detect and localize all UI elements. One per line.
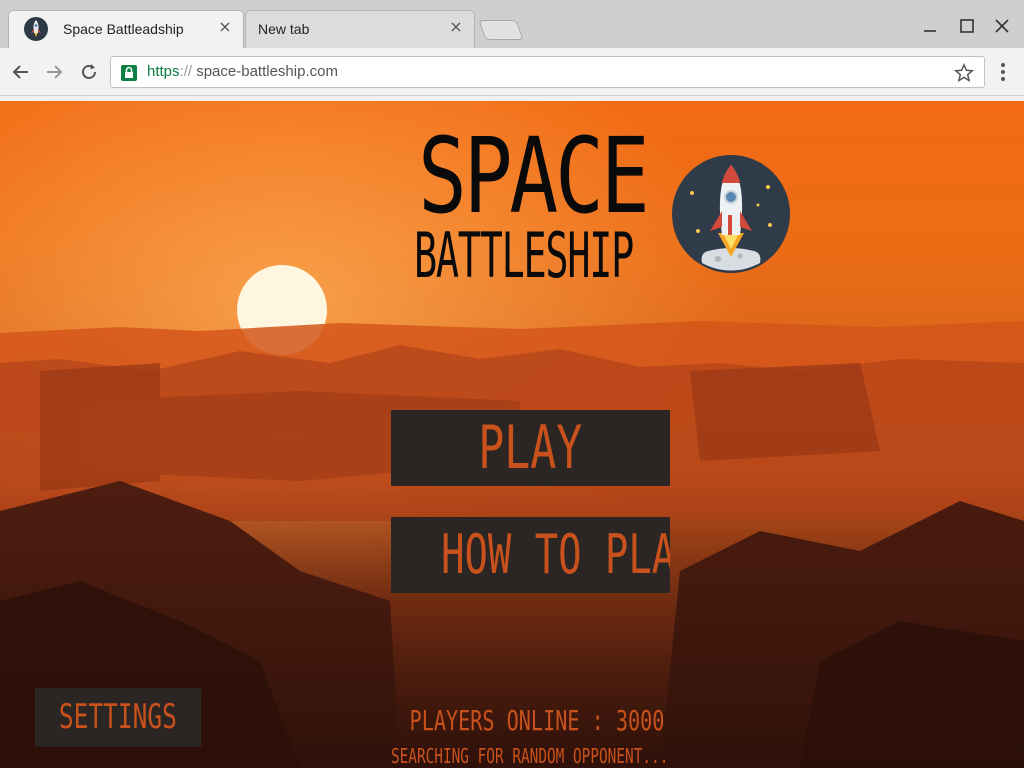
url-scheme: https — [147, 63, 180, 80]
back-icon[interactable] — [9, 60, 33, 84]
how-to-play-button[interactable]: HOW TO PLAY — [391, 517, 670, 593]
players-online-status: PLAYERS ONLINE : 3000 — [360, 704, 700, 738]
logo-title-space: SPACE — [418, 115, 650, 237]
settings-button[interactable]: SETTINGS — [35, 688, 201, 747]
reload-icon[interactable] — [77, 60, 101, 84]
close-icon[interactable]: × — [446, 17, 466, 37]
app-favicon-icon — [24, 17, 48, 41]
game-canvas: SPACE BATTLESHIP PLAY HOW TO PLAY SETTIN… — [0, 101, 1024, 768]
forward-icon[interactable] — [42, 60, 66, 84]
tab-space-battleship[interactable]: Space Battleadship × — [8, 10, 244, 48]
play-button[interactable]: PLAY — [391, 410, 670, 486]
browser-titlebar: Space Battleadship × New tab × — [0, 0, 1024, 48]
browser-toolbar: https:// space-battleship.com — [0, 48, 1024, 96]
how-to-play-button-label: HOW TO PLAY — [441, 523, 670, 586]
tab-new-tab[interactable]: New tab × — [245, 10, 475, 48]
url-text: https:// space-battleship.com — [147, 63, 338, 80]
players-online-text: PLAYERS ONLINE : 3000 — [409, 704, 665, 737]
play-button-label: PLAY — [478, 413, 583, 483]
minimize-icon[interactable] — [918, 14, 942, 38]
star-icon[interactable] — [953, 62, 975, 84]
lock-icon — [121, 65, 137, 81]
logo-title-battleship: BATTLESHIP — [414, 219, 634, 292]
url-separator: :// — [179, 63, 193, 80]
maximize-icon[interactable] — [955, 14, 979, 38]
close-icon[interactable]: × — [215, 17, 235, 37]
new-tab-button[interactable] — [478, 20, 524, 40]
menu-icon[interactable] — [994, 60, 1012, 84]
address-bar[interactable]: https:// space-battleship.com — [110, 56, 985, 88]
matchmaking-status-text: SEARCHING FOR RANDOM OPPONENT... — [391, 744, 669, 768]
rocket-icon — [672, 155, 790, 273]
settings-button-label: SETTINGS — [59, 697, 177, 737]
matchmaking-status: SEARCHING FOR RANDOM OPPONENT... — [330, 744, 730, 768]
url-host: space-battleship.com — [192, 63, 338, 80]
tab-title: New tab — [258, 21, 310, 37]
tab-title: Space Battleadship — [63, 21, 184, 37]
close-window-icon[interactable] — [990, 14, 1014, 38]
